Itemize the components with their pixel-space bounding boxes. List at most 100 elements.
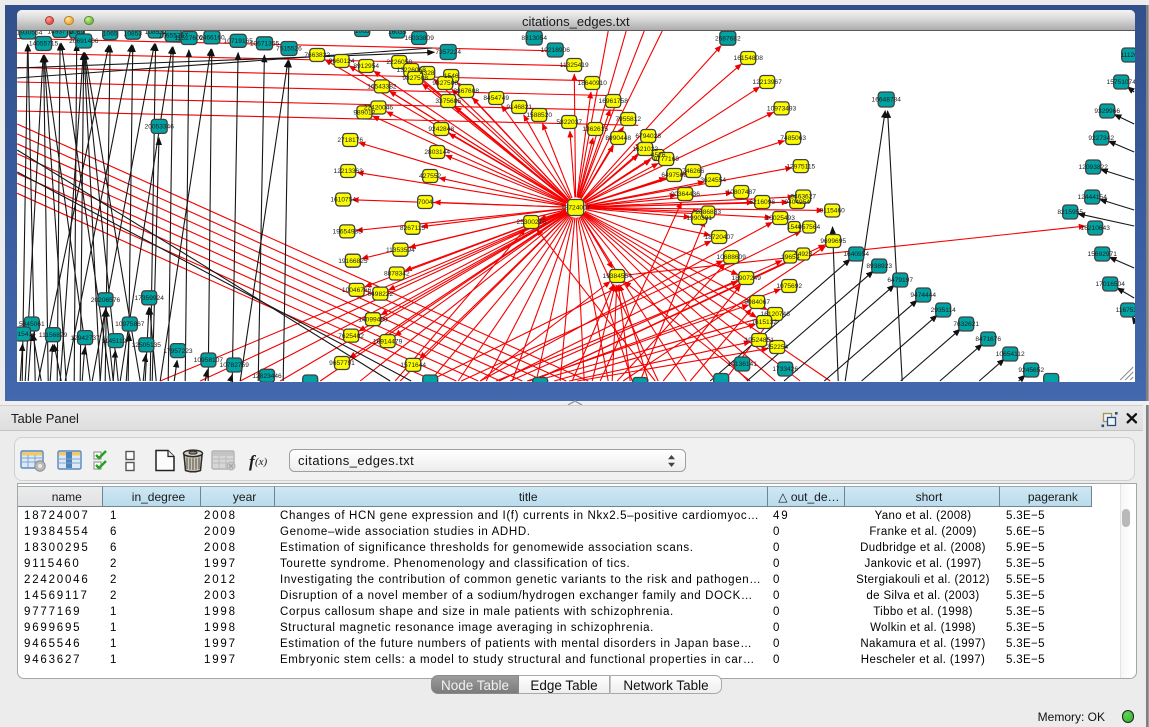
svg-text:14055715: 14055715 — [29, 41, 59, 48]
svg-text:9463627: 9463627 — [790, 194, 816, 201]
svg-text:16961758: 16961758 — [599, 98, 629, 105]
svg-text:(x): (x) — [255, 456, 268, 468]
svg-text:18724007: 18724007 — [561, 205, 591, 212]
svg-text:2803144: 2803144 — [424, 149, 450, 156]
svg-text:9660124: 9660124 — [329, 58, 355, 65]
svg-text:7357224: 7357224 — [435, 49, 461, 56]
svg-text:6498222: 6498222 — [367, 291, 393, 298]
svg-text:10782759: 10782759 — [220, 362, 250, 369]
svg-text:12823446: 12823446 — [252, 373, 282, 380]
svg-text:9657791: 9657791 — [329, 360, 355, 367]
svg-text:10025493: 10025493 — [766, 215, 796, 222]
svg-text:18720407: 18720407 — [705, 234, 735, 241]
svg-text:10688609: 10688609 — [717, 254, 747, 261]
svg-text:6216096: 6216096 — [749, 199, 775, 206]
svg-text:17359924: 17359924 — [135, 295, 165, 302]
svg-text:12093822: 12093822 — [1079, 164, 1109, 171]
svg-text:1733426: 1733426 — [772, 366, 798, 373]
svg-text:10973493: 10973493 — [767, 106, 797, 113]
svg-text:746266: 746266 — [682, 168, 704, 175]
svg-text:15692971: 15692971 — [1088, 251, 1118, 258]
svg-text:8990448: 8990448 — [605, 135, 631, 142]
svg-text:15751074: 15751074 — [1107, 79, 1135, 86]
svg-text:1075692: 1075692 — [776, 283, 802, 290]
svg-text:9474444: 9474444 — [910, 292, 936, 299]
svg-text:7485063: 7485063 — [780, 135, 806, 142]
svg-text:9827508: 9827508 — [402, 75, 428, 82]
svg-text:8813054: 8813054 — [521, 35, 547, 42]
svg-text:1063: 1063 — [355, 31, 370, 35]
svg-text:9242848: 9242848 — [428, 126, 454, 133]
svg-text:6466160: 6466160 — [199, 35, 225, 42]
svg-text:9115460: 9115460 — [820, 208, 846, 215]
svg-text:9777169: 9777169 — [653, 156, 679, 163]
svg-text:16914479: 16914479 — [373, 338, 403, 345]
svg-text:6794028: 6794028 — [635, 133, 661, 140]
svg-text:3915414: 3915414 — [17, 331, 36, 338]
svg-text:12213363: 12213363 — [334, 168, 364, 175]
svg-text:20053346: 20053346 — [145, 124, 175, 131]
svg-text:12505135: 12505135 — [132, 342, 162, 349]
svg-text:18640910: 18640910 — [578, 80, 608, 87]
svg-text:19166825: 19166825 — [338, 258, 368, 265]
svg-text:20206576: 20206576 — [91, 297, 121, 304]
svg-text:2867608: 2867608 — [453, 88, 479, 95]
svg-text:1571644: 1571644 — [400, 362, 426, 369]
svg-text:8912954: 8912954 — [353, 63, 379, 70]
svg-text:16154808: 16154808 — [734, 55, 764, 62]
svg-text:20364436: 20364436 — [671, 191, 701, 198]
svg-text:9084067: 9084067 — [744, 299, 770, 306]
svg-text:25300275: 25300275 — [517, 219, 547, 226]
svg-text:989012: 989012 — [353, 110, 375, 117]
svg-text:19654985: 19654985 — [333, 229, 363, 236]
svg-text:12975115: 12975115 — [786, 163, 815, 170]
svg-text:1588520: 1588520 — [526, 112, 552, 119]
svg-text:6479197: 6479197 — [887, 277, 913, 284]
svg-text:1065: 1065 — [103, 31, 118, 38]
svg-text:1546: 1546 — [444, 73, 459, 80]
svg-text:16648784: 16648784 — [872, 97, 902, 104]
svg-text:16210643: 16210643 — [1081, 225, 1111, 232]
svg-text:10671355: 10671355 — [250, 41, 280, 48]
svg-text:3375685: 3375685 — [435, 98, 461, 105]
svg-text:7515526: 7515526 — [276, 46, 302, 53]
svg-text:9146821: 9146821 — [506, 104, 532, 111]
svg-text:19218906: 19218906 — [541, 47, 571, 54]
svg-text:12444154: 12444154 — [1078, 194, 1108, 201]
svg-text:3624554: 3624554 — [700, 177, 726, 184]
svg-text:7955812: 7955812 — [615, 116, 641, 123]
svg-text:19524851: 19524851 — [745, 337, 775, 344]
svg-text:10807487: 10807487 — [727, 189, 757, 196]
svg-text:8878342: 8878342 — [384, 271, 410, 278]
svg-text:16033809: 16033809 — [405, 35, 435, 42]
svg-text:5822037: 5822037 — [556, 119, 582, 126]
svg-text:18907249: 18907249 — [732, 275, 762, 282]
svg-text:14099489: 14099489 — [358, 316, 388, 323]
svg-text:12213967: 12213967 — [753, 79, 783, 86]
svg-text:2687682: 2687682 — [715, 35, 741, 42]
svg-text:2935114: 2935114 — [931, 307, 957, 314]
svg-text:7663822: 7663822 — [304, 52, 330, 59]
svg-text:8215955: 8215955 — [1057, 209, 1083, 216]
svg-text:31930554: 31930554 — [17, 31, 43, 37]
svg-text:5845061: 5845061 — [19, 321, 45, 328]
svg-text:427552: 427552 — [419, 173, 441, 180]
svg-text:9227342: 9227342 — [1088, 135, 1114, 142]
svg-text:2086833: 2086833 — [695, 209, 721, 216]
svg-text:252254: 252254 — [766, 344, 788, 351]
svg-text:1640954: 1640954 — [843, 251, 869, 258]
svg-text:10975867: 10975867 — [115, 321, 145, 328]
svg-text:9245652: 9245652 — [1018, 367, 1044, 374]
svg-text:12942737: 12942737 — [70, 335, 100, 342]
svg-text:20691406: 20691406 — [69, 38, 99, 45]
svg-text:16543382: 16543382 — [367, 84, 397, 91]
svg-text:11451194: 11451194 — [102, 338, 131, 345]
svg-text:9699695: 9699695 — [820, 238, 846, 245]
svg-text:10719165: 10719165 — [224, 38, 254, 45]
svg-text:1362615: 1362615 — [582, 126, 608, 133]
svg-text:8454749: 8454749 — [483, 95, 509, 102]
svg-text:9327508: 9327508 — [432, 80, 458, 87]
svg-text:1615132: 1615132 — [751, 319, 777, 326]
svg-text:13226058: 13226058 — [397, 67, 427, 74]
svg-text:2069: 2069 — [69, 31, 84, 36]
